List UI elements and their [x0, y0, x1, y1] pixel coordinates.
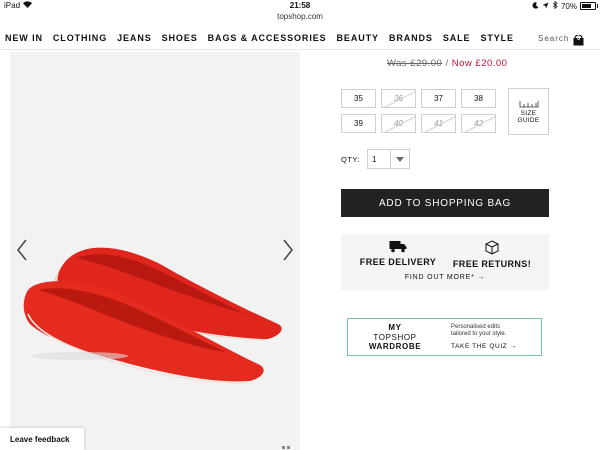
add-to-shopping-bag-button[interactable]: ADD TO SHOPPING BAG: [341, 189, 549, 217]
take-the-quiz-link[interactable]: TAKE THE QUIZ →: [451, 343, 517, 350]
was-price: Was £29.00: [387, 58, 443, 69]
quantity-label: QTY:: [341, 155, 361, 164]
nav-item-shoes[interactable]: SHOES: [162, 33, 198, 43]
size-option-unavailable: 41: [421, 114, 456, 133]
delivery-returns-banner[interactable]: FREE DELIVERY FREE RETURNS! FIND OUT MOR…: [341, 234, 549, 290]
size-option[interactable]: 39: [341, 114, 376, 133]
wardrobe-my: MY: [388, 323, 402, 332]
search-link[interactable]: Search: [538, 34, 569, 43]
bluetooth-icon: [552, 0, 558, 11]
nav-item-sale[interactable]: SALE: [443, 33, 471, 43]
nav-item-bags-accessories[interactable]: BAGS & ACCESSORIES: [208, 33, 327, 43]
product-image-gallery[interactable]: [10, 52, 300, 450]
wardrobe-desc-line2: tailored to your style.: [451, 331, 507, 337]
size-option[interactable]: 37: [421, 89, 456, 108]
wardrobe-logo: MY TOPSHOP WARDROBE: [360, 323, 430, 352]
wardrobe-topshop: TOPSHOP: [373, 332, 417, 342]
size-guide-button[interactable]: SIZE GUIDE: [508, 88, 549, 135]
wardrobe-description: Personalised edits tailored to your styl…: [451, 324, 506, 338]
nav-item-beauty[interactable]: BEAUTY: [337, 33, 379, 43]
previous-image-button[interactable]: [12, 236, 32, 264]
size-guide-label-2: GUIDE: [517, 116, 540, 124]
price: Was £29.00 / Now £20.00: [387, 58, 507, 69]
truck-icon: [389, 241, 407, 253]
ruler-icon: [519, 100, 538, 107]
size-option-unavailable: 42: [461, 114, 496, 133]
my-topshop-wardrobe-banner[interactable]: MY TOPSHOP WARDROBE Personalised edits t…: [347, 318, 542, 356]
shopping-bag-icon[interactable]: 0: [572, 33, 586, 46]
main-nav: NEW IN CLOTHING JEANS SHOES BAGS & ACCESSORI…: [0, 27, 600, 50]
bag-count: 0: [577, 36, 581, 42]
chevron-right-icon: [283, 239, 293, 261]
zoom-icon[interactable]: [282, 446, 292, 450]
now-price: Now £20.00: [451, 58, 508, 69]
product-image: [23, 247, 282, 384]
price-separator: /: [445, 58, 449, 69]
moon-icon: [532, 1, 539, 11]
nav-item-new-in[interactable]: NEW IN: [5, 33, 43, 43]
status-bar: iPad 21:58 70%: [0, 0, 600, 12]
chevron-down-icon: [390, 150, 409, 168]
location-icon: [542, 2, 549, 11]
wardrobe-desc-line1: Personalised edits: [451, 324, 501, 330]
size-guide-label: SIZE: [520, 109, 537, 117]
nav-item-style[interactable]: STYLE: [480, 33, 514, 43]
size-option[interactable]: 35: [341, 89, 376, 108]
chevron-left-icon: [17, 239, 27, 261]
leave-feedback-button[interactable]: Leave feedback: [0, 428, 84, 450]
nav-item-clothing[interactable]: CLOTHING: [53, 33, 107, 43]
box-icon: [485, 240, 499, 255]
url-bar[interactable]: topshop.com: [0, 12, 600, 24]
quantity-select[interactable]: 1: [367, 149, 410, 169]
free-delivery-label: FREE DELIVERY: [359, 257, 437, 267]
battery-percentage: 70%: [560, 1, 577, 11]
quantity-value: 1: [372, 154, 377, 164]
nav-item-brands[interactable]: BRANDS: [389, 33, 433, 43]
clock: 21:58: [289, 1, 311, 10]
free-returns-label: FREE RETURNS!: [452, 259, 532, 269]
wardrobe-title: WARDROBE: [368, 342, 422, 351]
size-option-unavailable: 40: [381, 114, 416, 133]
find-out-more-link[interactable]: FIND OUT MORE* →: [341, 274, 549, 281]
next-image-button[interactable]: [278, 236, 298, 264]
nav-list: NEW IN CLOTHING JEANS SHOES BAGS & ACCESSORI…: [5, 33, 514, 43]
nav-item-jeans[interactable]: JEANS: [117, 33, 152, 43]
size-option[interactable]: 38: [461, 89, 496, 108]
battery-icon: [580, 2, 598, 10]
size-option-unavailable: 36: [381, 89, 416, 108]
